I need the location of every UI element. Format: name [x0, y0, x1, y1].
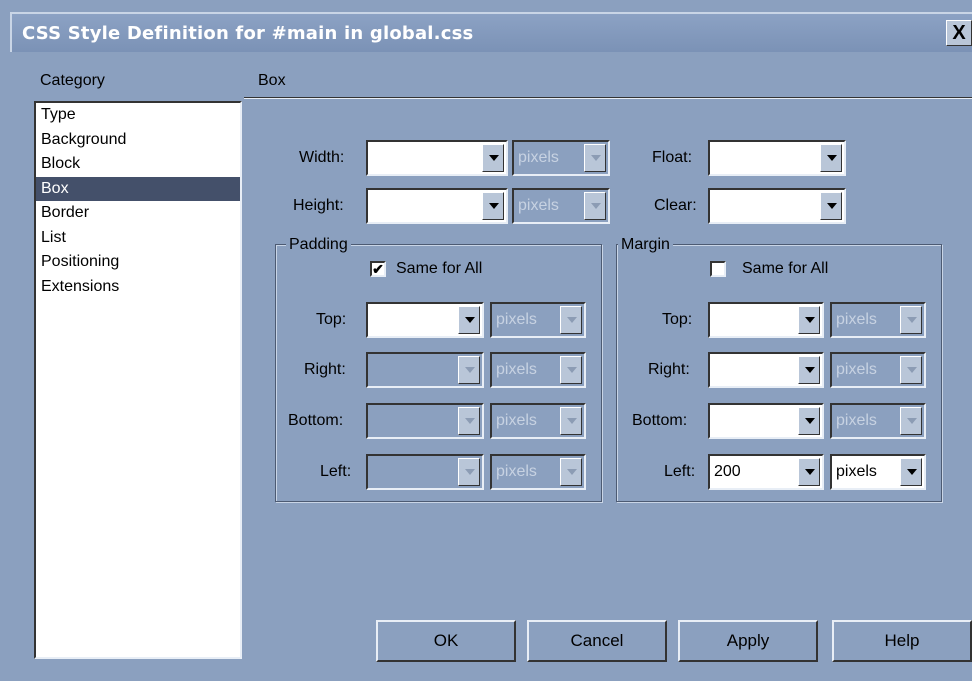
chevron-down-icon[interactable] [820, 144, 842, 172]
apply-button[interactable]: Apply [678, 620, 818, 662]
chevron-down-icon [584, 144, 606, 172]
padding-left-unit-select: pixels [490, 454, 586, 490]
height-unit-select: pixels [512, 188, 610, 224]
chevron-down-icon[interactable] [798, 458, 820, 486]
margin-top-label: Top: [662, 311, 693, 328]
padding-top-select[interactable] [366, 302, 484, 338]
cancel-button[interactable]: Cancel [527, 620, 667, 662]
margin-top-select[interactable] [708, 302, 824, 338]
category-item-extensions[interactable]: Extensions [36, 275, 240, 300]
padding-bottom-label: Bottom: [288, 412, 344, 429]
margin-left-label: Left: [664, 463, 696, 480]
chevron-down-icon[interactable] [798, 356, 820, 384]
clear-select[interactable] [708, 188, 846, 224]
help-button[interactable]: Help [832, 620, 972, 662]
margin-right-unit-select: pixels [830, 352, 926, 388]
padding-same-checkbox[interactable]: ✔ [370, 261, 386, 277]
padding-bottom-unit-select: pixels [490, 403, 586, 439]
chevron-down-icon[interactable] [798, 407, 820, 435]
width-unit-value: pixels [518, 149, 559, 166]
height-unit-value: pixels [518, 197, 559, 214]
padding-left-label: Left: [320, 463, 352, 480]
margin-bottom-unit: pixels [836, 412, 877, 429]
margin-same-checkbox[interactable] [710, 261, 726, 277]
title-bar[interactable]: CSS Style Definition for #main in global… [10, 12, 972, 52]
chevron-down-icon[interactable] [798, 306, 820, 334]
height-label: Height: [293, 197, 344, 214]
margin-bottom-unit-select: pixels [830, 403, 926, 439]
width-select[interactable] [366, 140, 508, 176]
close-button[interactable]: X [946, 20, 972, 46]
chevron-down-icon [900, 356, 922, 384]
margin-legend: Margin [618, 236, 673, 254]
width-unit-select: pixels [512, 140, 610, 176]
category-item-background[interactable]: Background [36, 128, 240, 153]
margin-top-unit-select: pixels [830, 302, 926, 338]
padding-same-label[interactable]: Same for All [396, 260, 482, 278]
chevron-down-icon [560, 458, 582, 486]
category-item-box[interactable]: Box [36, 176, 240, 201]
category-item-border[interactable]: Border [36, 201, 240, 226]
chevron-down-icon[interactable] [482, 144, 504, 172]
padding-right-select [366, 352, 484, 388]
height-select[interactable] [366, 188, 508, 224]
float-label: Float: [652, 149, 693, 166]
chevron-down-icon [458, 356, 480, 384]
padding-top-label: Top: [316, 311, 347, 328]
category-list[interactable]: Type Background Block Box Border List Po… [34, 101, 242, 659]
category-item-positioning[interactable]: Positioning [36, 250, 240, 275]
section-title: Box [258, 72, 286, 89]
ok-button[interactable]: OK [376, 620, 516, 662]
padding-right-unit-select: pixels [490, 352, 586, 388]
css-style-definition-dialog: CSS Style Definition for #main in global… [0, 0, 972, 681]
chevron-down-icon[interactable] [820, 192, 842, 220]
padding-top-unit: pixels [496, 311, 537, 328]
margin-left-select[interactable]: 200 [708, 454, 824, 490]
margin-bottom-label: Bottom: [632, 412, 688, 429]
margin-right-unit: pixels [836, 361, 877, 378]
chevron-down-icon [900, 407, 922, 435]
padding-bottom-select [366, 403, 484, 439]
chevron-down-icon [560, 356, 582, 384]
padding-left-unit: pixels [496, 463, 537, 480]
margin-left-unit-select[interactable]: pixels [830, 454, 926, 490]
margin-right-label: Right: [648, 361, 690, 378]
padding-bottom-unit: pixels [496, 412, 537, 429]
margin-bottom-select[interactable] [708, 403, 824, 439]
chevron-down-icon [560, 407, 582, 435]
chevron-down-icon[interactable] [458, 306, 480, 334]
padding-right-label: Right: [304, 361, 346, 378]
padding-right-unit: pixels [496, 361, 537, 378]
margin-left-unit: pixels [836, 463, 877, 480]
category-heading: Category [40, 72, 105, 89]
chevron-down-icon [458, 458, 480, 486]
float-select[interactable] [708, 140, 846, 176]
window-title: CSS Style Definition for #main in global… [22, 23, 474, 44]
chevron-down-icon[interactable] [900, 458, 922, 486]
chevron-down-icon [458, 407, 480, 435]
width-label: Width: [299, 149, 345, 166]
padding-top-unit-select: pixels [490, 302, 586, 338]
margin-left-value: 200 [714, 463, 741, 480]
margin-same-label[interactable]: Same for All [742, 260, 828, 278]
padding-legend: Padding [286, 236, 351, 254]
category-item-block[interactable]: Block [36, 152, 240, 177]
padding-left-select [366, 454, 484, 490]
clear-label: Clear: [654, 197, 697, 214]
section-divider [244, 97, 972, 99]
chevron-down-icon[interactable] [482, 192, 504, 220]
margin-top-unit: pixels [836, 311, 877, 328]
chevron-down-icon [584, 192, 606, 220]
margin-right-select[interactable] [708, 352, 824, 388]
chevron-down-icon [560, 306, 582, 334]
category-item-type[interactable]: Type [36, 103, 240, 128]
category-item-list[interactable]: List [36, 226, 240, 251]
chevron-down-icon [900, 306, 922, 334]
